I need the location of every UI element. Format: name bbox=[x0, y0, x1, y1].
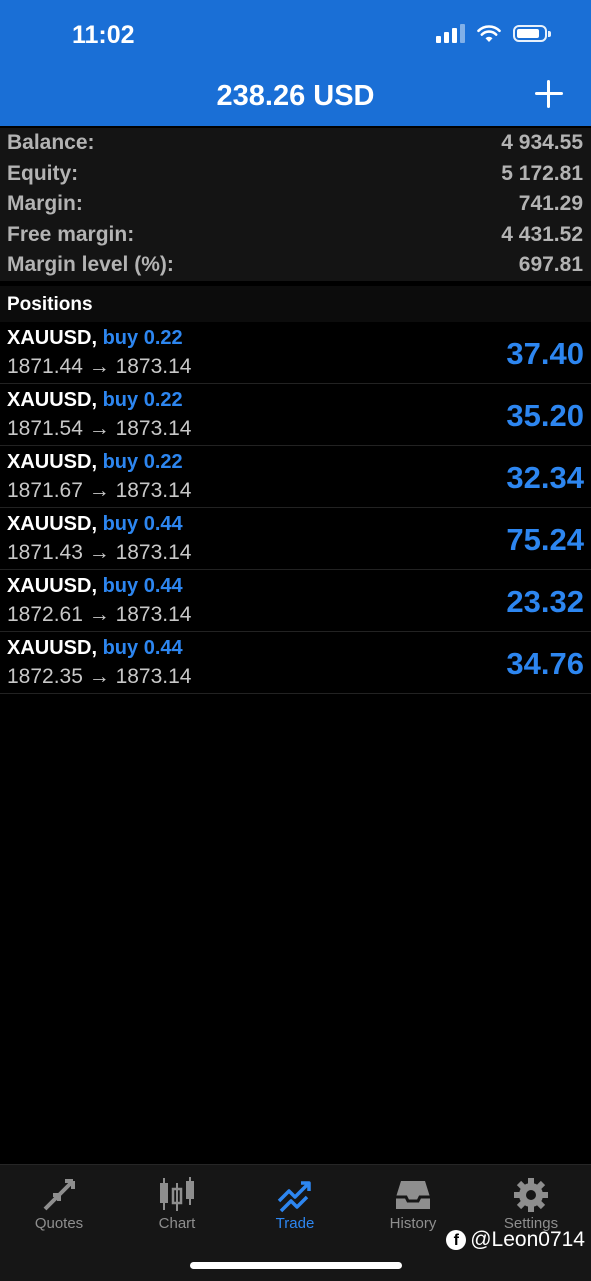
position-type: buy 0.44 bbox=[102, 513, 183, 535]
summary-label: Margin: bbox=[7, 192, 83, 216]
positions-list: XAUUSD, buy 0.22 1871.44 → 1873.14 37.40… bbox=[0, 322, 591, 694]
position-symbol: XAUUSD, bbox=[7, 389, 98, 411]
tab-trade[interactable]: Trade bbox=[236, 1165, 354, 1245]
summary-label: Equity: bbox=[7, 161, 79, 185]
account-summary: Balance: 4 934.55 Equity: 5 172.81 Margi… bbox=[0, 128, 591, 281]
status-time: 11:02 bbox=[72, 21, 135, 49]
position-row[interactable]: XAUUSD, buy 0.44 1872.35 → 1873.14 34.76 bbox=[0, 632, 591, 694]
position-profit: 23.32 bbox=[506, 584, 584, 619]
tab-quotes[interactable]: Quotes bbox=[0, 1165, 118, 1245]
tab-label: Trade bbox=[275, 1215, 315, 1232]
position-type: buy 0.44 bbox=[102, 637, 183, 659]
account-profit-title: 238.26 USD bbox=[216, 80, 375, 112]
position-symbol: XAUUSD, bbox=[7, 513, 98, 535]
position-profit: 37.40 bbox=[506, 336, 584, 371]
summary-row-equity: Equity: 5 172.81 bbox=[0, 158, 591, 189]
position-prices: 1871.67 → 1873.14 bbox=[7, 479, 192, 502]
history-icon bbox=[396, 1181, 430, 1209]
quotes-icon bbox=[43, 1179, 75, 1211]
facebook-icon: f bbox=[446, 1230, 467, 1250]
position-prices: 1871.43 → 1873.14 bbox=[7, 541, 192, 564]
position-row[interactable]: XAUUSD, buy 0.22 1871.67 → 1873.14 32.34 bbox=[0, 446, 591, 508]
summary-value: 4 934.55 bbox=[501, 131, 583, 155]
summary-label: Margin level (%): bbox=[7, 253, 174, 277]
position-row[interactable]: XAUUSD, buy 0.22 1871.54 → 1873.14 35.20 bbox=[0, 384, 591, 446]
position-row[interactable]: XAUUSD, buy 0.22 1871.44 → 1873.14 37.40 bbox=[0, 322, 591, 384]
position-prices: 1872.61 → 1873.14 bbox=[7, 603, 192, 626]
position-symbol: XAUUSD, bbox=[7, 637, 98, 659]
position-type: buy 0.22 bbox=[102, 327, 183, 349]
position-type: buy 0.22 bbox=[102, 389, 183, 411]
position-profit: 35.20 bbox=[506, 398, 584, 433]
position-profit: 75.24 bbox=[506, 522, 584, 557]
summary-value: 697.81 bbox=[518, 253, 583, 277]
position-profit: 34.76 bbox=[506, 646, 584, 681]
summary-value: 5 172.81 bbox=[501, 161, 583, 185]
summary-label: Balance: bbox=[7, 131, 95, 155]
status-icons bbox=[436, 24, 551, 43]
position-row[interactable]: XAUUSD, buy 0.44 1872.61 → 1873.14 23.32 bbox=[0, 570, 591, 632]
position-symbol: XAUUSD, bbox=[7, 575, 98, 597]
add-order-button[interactable] bbox=[531, 76, 567, 112]
watermark-text: @Leon0714 bbox=[470, 1228, 585, 1251]
position-prices: 1871.54 → 1873.14 bbox=[7, 417, 192, 440]
tab-chart[interactable]: Chart bbox=[118, 1165, 236, 1245]
header-bar: 11:02 238.26 USD bbox=[0, 0, 591, 126]
position-row[interactable]: XAUUSD, buy 0.44 1871.43 → 1873.14 75.24 bbox=[0, 508, 591, 570]
tab-label: Quotes bbox=[34, 1215, 84, 1232]
cellular-signal-icon bbox=[436, 24, 465, 43]
position-symbol: XAUUSD, bbox=[7, 327, 98, 349]
position-type: buy 0.22 bbox=[102, 451, 183, 473]
summary-row-balance: Balance: 4 934.55 bbox=[0, 128, 591, 159]
position-type: buy 0.44 bbox=[102, 575, 183, 597]
chart-icon bbox=[160, 1177, 194, 1211]
summary-row-margin-level: Margin level (%): 697.81 bbox=[0, 250, 591, 281]
home-indicator bbox=[190, 1262, 402, 1269]
summary-value: 4 431.52 bbox=[501, 222, 583, 246]
trade-icon bbox=[277, 1181, 311, 1213]
summary-row-margin: Margin: 741.29 bbox=[0, 189, 591, 220]
positions-title: Positions bbox=[7, 294, 93, 315]
tab-label: Chart bbox=[158, 1215, 196, 1232]
settings-icon bbox=[514, 1178, 548, 1212]
watermark: f @Leon0714 bbox=[446, 1228, 585, 1252]
summary-row-free-margin: Free margin: 4 431.52 bbox=[0, 219, 591, 250]
position-prices: 1872.35 → 1873.14 bbox=[7, 665, 192, 688]
battery-icon bbox=[513, 25, 551, 42]
positions-section-header: Positions bbox=[0, 286, 591, 322]
summary-value: 741.29 bbox=[518, 192, 583, 216]
position-profit: 32.34 bbox=[506, 460, 584, 495]
summary-label: Free margin: bbox=[7, 222, 135, 246]
wifi-icon bbox=[477, 24, 501, 42]
position-symbol: XAUUSD, bbox=[7, 451, 98, 473]
position-prices: 1871.44 → 1873.14 bbox=[7, 355, 192, 378]
